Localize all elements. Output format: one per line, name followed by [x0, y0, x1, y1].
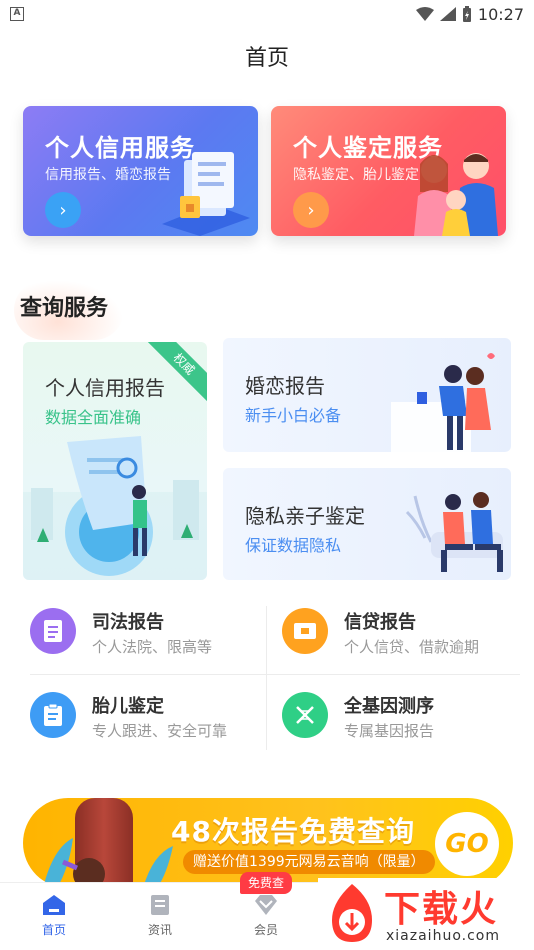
- report-subtitle: 个人法院、限高等: [92, 638, 213, 656]
- tab-news[interactable]: 资讯: [130, 893, 190, 938]
- credit-loan-report-item[interactable]: 信贷报告 个人信贷、借款逾期: [282, 600, 512, 670]
- card-subtitle: 新手小白必备: [245, 406, 342, 425]
- report-subtitle: 个人信贷、借款逾期: [344, 638, 480, 656]
- privacy-paternity-card[interactable]: 隐私亲子鉴定 保证数据隐私: [223, 468, 511, 580]
- report-documents-illustration: [162, 152, 250, 236]
- battery-icon: [462, 6, 471, 22]
- tab-home[interactable]: 首页: [24, 893, 84, 938]
- appraisal-service-banner[interactable]: 个人鉴定服务 隐私鉴定、胎儿鉴定 ›: [271, 106, 506, 236]
- clock: 10:27: [477, 4, 524, 24]
- tab-label: 资讯: [147, 923, 172, 937]
- report-subtitle: 专人跟进、安全可靠: [92, 722, 228, 740]
- section-title: 查询服务: [20, 296, 109, 321]
- dna-icon: [282, 692, 328, 738]
- arrow-right-icon[interactable]: ›: [45, 192, 81, 228]
- document-icon: [30, 608, 76, 654]
- vip-icon: [255, 895, 277, 915]
- tab-vip[interactable]: 会员: [236, 893, 296, 938]
- tab-label: 首页: [41, 923, 66, 937]
- promo-title: 48次报告免费查询: [171, 815, 415, 848]
- grid-divider-horizontal: [30, 674, 520, 675]
- page-title: 首页: [244, 46, 289, 71]
- watermark-url: xiazaihuo.com: [386, 928, 500, 944]
- tab-label: 会员: [253, 923, 278, 937]
- couple-illustration: [391, 353, 495, 452]
- report-title: 司法报告: [92, 612, 164, 633]
- judicial-report-item[interactable]: 司法报告 个人法院、限高等: [30, 600, 260, 670]
- card-title: 个人信用报告: [45, 376, 165, 400]
- card-subtitle: 保证数据隐私: [245, 536, 342, 555]
- notification-a-icon: A: [10, 7, 24, 21]
- banner-subtitle: 隐私鉴定、胎儿鉴定: [293, 167, 419, 183]
- fetal-appraisal-item[interactable]: 胎儿鉴定 专人跟进、安全可靠: [30, 684, 260, 754]
- report-title: 信贷报告: [344, 612, 416, 633]
- personal-credit-report-card[interactable]: 个人信用报告 数据全面准确 权威: [23, 342, 207, 580]
- card-icon: [282, 608, 328, 654]
- signal-icon: [439, 7, 456, 21]
- report-title: 全基因测序: [344, 696, 434, 717]
- card-title: 隐私亲子鉴定: [245, 504, 365, 528]
- home-icon: [43, 895, 65, 915]
- flame-logo-icon: [332, 884, 372, 942]
- credit-service-banner[interactable]: 个人信用服务 信用报告、婚恋报告 ›: [23, 106, 258, 236]
- card-subtitle: 数据全面准确: [45, 408, 142, 427]
- gene-sequencing-item[interactable]: 全基因测序 专属基因报告: [282, 684, 512, 754]
- news-icon: [151, 895, 169, 915]
- arrow-right-icon[interactable]: ›: [293, 192, 329, 228]
- card-title: 婚恋报告: [245, 374, 325, 398]
- watermark-text: 下载火: [384, 889, 499, 930]
- status-bar: A 10:27: [0, 0, 534, 28]
- go-button[interactable]: GO: [435, 812, 499, 876]
- promo-subtitle: 赠送价值1399元网易云音响（限量）: [183, 850, 435, 874]
- wifi-icon: [415, 7, 434, 21]
- leaves-illustration: [43, 838, 173, 888]
- clipboard-icon: [30, 692, 76, 738]
- watermark: 下载火 xiazaihuo.com: [318, 878, 534, 950]
- grid-divider-vertical: [266, 606, 267, 750]
- family-illustration: [414, 153, 498, 236]
- credit-report-illustration: [23, 436, 207, 580]
- report-subtitle: 专属基因报告: [344, 722, 435, 740]
- free-query-badge: 免费查: [240, 872, 293, 894]
- marriage-report-card[interactable]: 婚恋报告 新手小白必备: [223, 338, 511, 452]
- sofa-couple-illustration: [405, 492, 503, 572]
- report-title: 胎儿鉴定: [92, 696, 164, 717]
